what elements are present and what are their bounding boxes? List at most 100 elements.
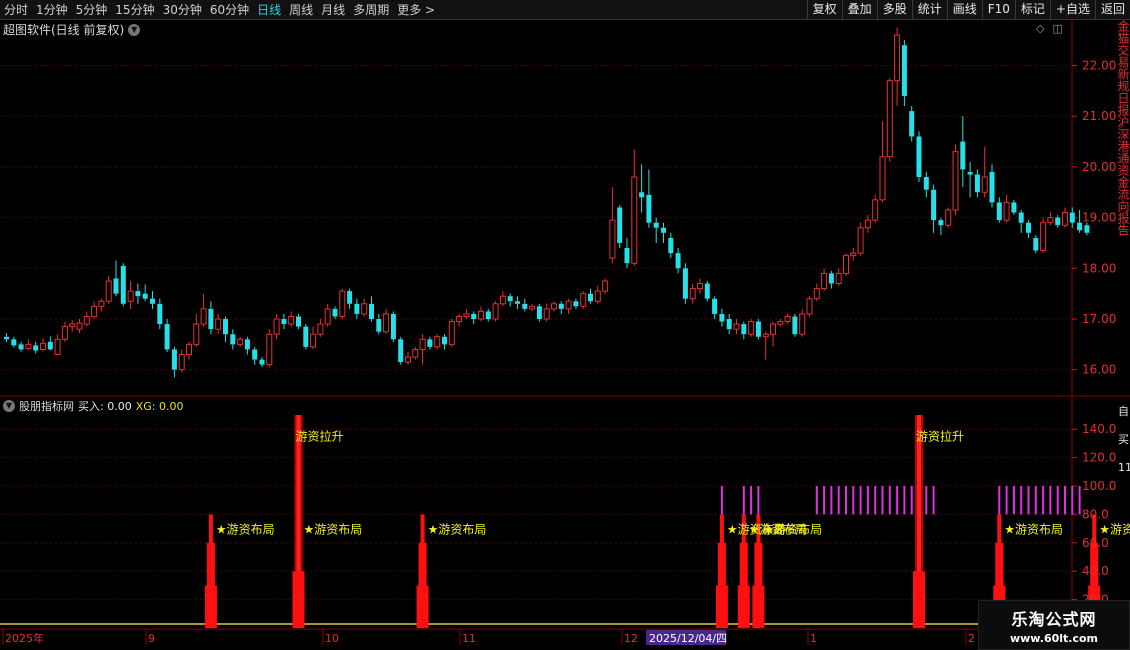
candle [405, 351, 411, 365]
candle [208, 301, 214, 335]
layout-label: ★游资布局 [763, 523, 822, 537]
candle [127, 280, 134, 309]
time-axis-label: 12 [624, 632, 638, 645]
chart-area[interactable]: ★游资布局★游资布局★游资布局★游资布局★游资布局★游资布局★游资布局★游资布局… [0, 0, 1130, 650]
magenta-bar [874, 486, 877, 515]
layout-label: ★游资布局 [304, 523, 363, 537]
magenta-bar [925, 486, 928, 515]
candle [171, 346, 177, 378]
right-news-strip[interactable]: 金猫交易新规日报沪深港通资金流向报告 [1118, 20, 1130, 395]
magenta-bar [1078, 486, 1081, 515]
magenta-bar [881, 486, 884, 515]
candle [193, 313, 200, 347]
candle [668, 232, 674, 259]
candle [617, 204, 623, 249]
candle [726, 313, 732, 335]
candle [522, 298, 528, 312]
candle [463, 308, 470, 320]
magenta-bar [998, 486, 1001, 515]
candle [478, 306, 484, 322]
price-tick-label: 19.00 [1082, 211, 1116, 225]
candle [960, 116, 966, 188]
candle [54, 334, 61, 356]
magenta-bar [1049, 486, 1052, 515]
sub-tick-labels: 140.0120.0100.080.060.040.020.0 [1082, 422, 1116, 606]
magenta-bar [1071, 486, 1074, 515]
chevron-down-icon[interactable]: ▼ [3, 400, 15, 412]
magenta-bar [823, 486, 826, 515]
candle [821, 268, 828, 292]
candle [931, 184, 937, 233]
candle [456, 313, 463, 327]
candle [178, 349, 185, 373]
magenta-bar [1042, 486, 1045, 515]
candle [398, 336, 404, 365]
signal-bar [292, 415, 305, 628]
magenta-bar [1027, 486, 1030, 515]
candle [558, 301, 564, 314]
candle [543, 303, 550, 322]
candle [383, 308, 390, 335]
candle [573, 298, 579, 309]
candle [551, 301, 557, 312]
magenta-bar [866, 486, 869, 515]
candle [872, 194, 879, 223]
candle [529, 303, 536, 312]
candle [857, 222, 864, 256]
price-tick-label: 16.00 [1082, 363, 1116, 377]
candle [639, 164, 645, 213]
candle [33, 341, 39, 354]
candle [339, 288, 346, 320]
buy-value: 买入: 0.00 [78, 400, 132, 413]
candle [835, 268, 842, 287]
candle [200, 293, 207, 327]
candle [1055, 215, 1061, 228]
candle [762, 331, 769, 360]
candle [266, 329, 273, 368]
candle [442, 334, 447, 350]
candle [733, 319, 740, 335]
candle [682, 263, 688, 304]
candle [909, 106, 915, 142]
candle [354, 298, 360, 320]
candle [989, 164, 995, 208]
candle [886, 78, 893, 162]
candle [369, 296, 374, 322]
candle [799, 308, 806, 337]
sub-tick-label: 60.0 [1082, 536, 1109, 550]
candle [565, 298, 572, 314]
candle [938, 217, 944, 236]
candle [76, 319, 83, 334]
candle [252, 346, 258, 365]
candle [4, 333, 9, 342]
magenta-bar [910, 486, 913, 515]
candle [704, 280, 710, 302]
candle [40, 338, 46, 352]
signal-bar [913, 415, 925, 628]
indicator-labels: ★游资布局★游资布局★游资布局★游资布局★游资布局★游资布局★游资布局★游资布局… [216, 428, 1130, 536]
sub-chart-title: ▼ 股朋指标网 买入: 0.00 XG: 0.00 [3, 398, 183, 414]
price-tick-label: 18.00 [1082, 261, 1116, 275]
candle [91, 301, 98, 320]
candle [996, 197, 1002, 223]
candle [244, 336, 250, 355]
time-axis-label: 1 [810, 632, 817, 645]
candle [1069, 207, 1075, 228]
candle [923, 171, 929, 198]
candle [806, 296, 813, 317]
candle [1011, 199, 1017, 216]
magenta-bar [845, 486, 847, 515]
candle [215, 313, 222, 335]
candle [588, 288, 593, 304]
magenta-bar [1034, 486, 1037, 515]
magenta-bar [1056, 486, 1059, 515]
candle [777, 319, 784, 327]
candle [792, 313, 798, 337]
candle [324, 303, 331, 327]
candle [61, 321, 68, 342]
candle [741, 321, 747, 340]
candle [98, 298, 105, 312]
candle [273, 313, 280, 340]
magenta-bar [720, 486, 723, 515]
candle [675, 248, 681, 274]
